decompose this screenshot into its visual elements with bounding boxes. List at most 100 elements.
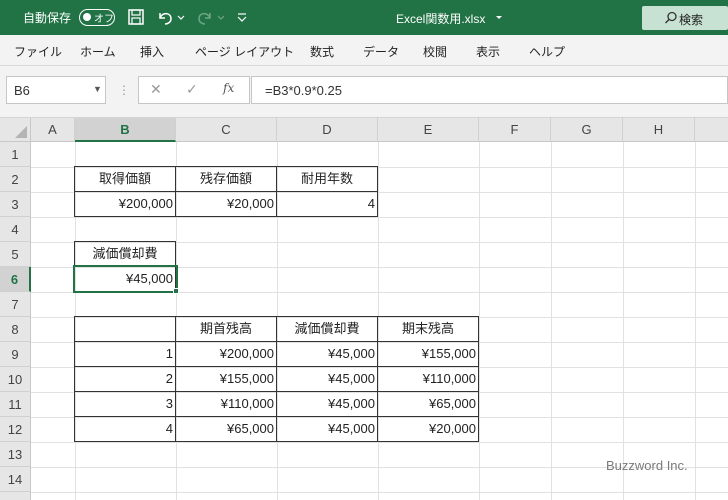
undo-dropdown-icon[interactable]	[176, 8, 186, 26]
tab-help[interactable]: ヘルプ	[529, 43, 565, 60]
tab-view[interactable]: 表示	[476, 43, 500, 60]
row-header-2[interactable]: 2	[0, 167, 31, 192]
formula-bar-grip-icon: ⋮	[118, 83, 130, 97]
row-header-11[interactable]: 11	[0, 392, 31, 417]
row-header-4[interactable]: 4	[0, 217, 31, 242]
column-header-f[interactable]: F	[479, 118, 551, 142]
cell-d8[interactable]: 減価償却費	[276, 316, 378, 342]
column-header-a[interactable]: A	[31, 118, 75, 142]
name-box-value: B6	[14, 83, 30, 98]
autosave-label: 自動保存	[23, 11, 72, 25]
ribbon-tabs: ファイル ホーム 挿入 ページ レイアウト 数式 データ 校閲 表示 ヘルプ	[0, 35, 728, 66]
search-box[interactable]: 検索	[642, 6, 728, 30]
autosave-state: オフ	[94, 14, 114, 25]
cell-d2[interactable]: 耐用年数	[276, 166, 378, 192]
row-header-10[interactable]: 10	[0, 367, 31, 392]
cell-e9[interactable]: ¥155,000	[377, 341, 479, 367]
cell-d11[interactable]: ¥45,000	[276, 391, 378, 417]
cell-e11[interactable]: ¥65,000	[377, 391, 479, 417]
cell-b8[interactable]	[74, 316, 176, 342]
formula-input[interactable]: =B3*0.9*0.25	[251, 76, 728, 104]
row-header-14[interactable]: 14	[0, 467, 31, 492]
filename-dropdown-icon[interactable]	[494, 9, 504, 27]
cell-e10[interactable]: ¥110,000	[377, 366, 479, 392]
column-header-c[interactable]: C	[176, 118, 277, 142]
cell-b12[interactable]: 4	[74, 416, 176, 442]
gridline	[31, 492, 728, 493]
save-icon[interactable]	[127, 8, 145, 26]
cancel-icon[interactable]: ✕	[150, 81, 162, 98]
name-box[interactable]: B6 ▼	[6, 76, 106, 104]
spreadsheet-grid[interactable]: A B C D E F G H 1 2 3 4 5 6 7 8 9 10 11 …	[0, 118, 728, 500]
cell-c12[interactable]: ¥65,000	[175, 416, 277, 442]
file-name[interactable]: Excel関数用.xlsx	[396, 10, 485, 27]
cell-c2[interactable]: 残存価額	[175, 166, 277, 192]
fill-handle[interactable]	[173, 288, 179, 294]
cell-c10[interactable]: ¥155,000	[175, 366, 277, 392]
name-box-dropdown-icon[interactable]: ▼	[93, 84, 102, 94]
row-header-1[interactable]: 1	[0, 142, 31, 167]
tab-home[interactable]: ホーム	[80, 43, 116, 60]
column-header-e[interactable]: E	[378, 118, 479, 142]
tab-file[interactable]: ファイル	[14, 43, 62, 60]
tab-insert[interactable]: 挿入	[140, 43, 164, 60]
row-header-8[interactable]: 8	[0, 317, 31, 342]
row-header-15[interactable]	[0, 492, 31, 500]
row-header-6[interactable]: 6	[0, 267, 31, 292]
select-all-corner[interactable]	[0, 118, 31, 142]
cell-b2[interactable]: 取得価額	[74, 166, 176, 192]
toggle-knob	[83, 13, 91, 21]
cell-c9[interactable]: ¥200,000	[175, 341, 277, 367]
row-header-9[interactable]: 9	[0, 342, 31, 367]
formula-bar: B6 ▼ ⋮ ✕ ✓ fx =B3*0.9*0.25	[0, 66, 728, 118]
row-header-12[interactable]: 12	[0, 417, 31, 442]
cell-b5[interactable]: 減価償却費	[74, 241, 176, 267]
tab-data[interactable]: データ	[363, 43, 399, 60]
cell-c8[interactable]: 期首残高	[175, 316, 277, 342]
customize-toolbar-icon[interactable]	[236, 8, 248, 26]
cell-c3[interactable]: ¥20,000	[175, 191, 277, 217]
watermark: Buzzword Inc.	[606, 458, 688, 473]
cell-c11[interactable]: ¥110,000	[175, 391, 277, 417]
search-icon	[665, 11, 677, 24]
formula-buttons: ✕ ✓ fx	[138, 76, 250, 104]
cell-d9[interactable]: ¥45,000	[276, 341, 378, 367]
cell-b9[interactable]: 1	[74, 341, 176, 367]
redo-icon[interactable]	[196, 8, 214, 26]
cell-b10[interactable]: 2	[74, 366, 176, 392]
insert-function-icon[interactable]: fx	[223, 81, 234, 95]
title-bar: 自動保存 オフ Excel関数用.xlsx 検索	[0, 0, 728, 35]
undo-icon[interactable]	[156, 8, 174, 26]
gridline	[623, 142, 624, 500]
formula-text: =B3*0.9*0.25	[265, 83, 342, 98]
redo-dropdown-icon[interactable]	[216, 8, 226, 26]
gridline	[479, 142, 480, 500]
tab-review[interactable]: 校閲	[423, 43, 447, 60]
cell-e12[interactable]: ¥20,000	[377, 416, 479, 442]
column-header-h[interactable]: H	[623, 118, 695, 142]
tab-page-layout[interactable]: ページ レイアウト	[195, 43, 294, 60]
gridline	[31, 442, 728, 443]
column-header-b[interactable]: B	[75, 118, 176, 142]
cell-b3[interactable]: ¥200,000	[74, 191, 176, 217]
cell-e8[interactable]: 期末残高	[377, 316, 479, 342]
gridline	[31, 217, 728, 218]
column-header-i[interactable]	[695, 118, 728, 142]
column-header-g[interactable]: G	[551, 118, 623, 142]
gridline	[551, 142, 552, 500]
gridline	[695, 142, 696, 500]
search-label: 検索	[679, 13, 704, 27]
enter-icon[interactable]: ✓	[186, 81, 198, 98]
cell-d10[interactable]: ¥45,000	[276, 366, 378, 392]
row-header-5[interactable]: 5	[0, 242, 31, 267]
cell-d12[interactable]: ¥45,000	[276, 416, 378, 442]
cell-d3[interactable]: 4	[276, 191, 378, 217]
cell-b11[interactable]: 3	[74, 391, 176, 417]
autosave-toggle[interactable]: オフ	[79, 9, 115, 26]
column-header-d[interactable]: D	[277, 118, 378, 142]
tab-formulas[interactable]: 数式	[310, 43, 334, 60]
cell-selection-box	[73, 265, 178, 293]
row-header-13[interactable]: 13	[0, 442, 31, 467]
row-header-3[interactable]: 3	[0, 192, 31, 217]
row-header-7[interactable]: 7	[0, 292, 31, 317]
